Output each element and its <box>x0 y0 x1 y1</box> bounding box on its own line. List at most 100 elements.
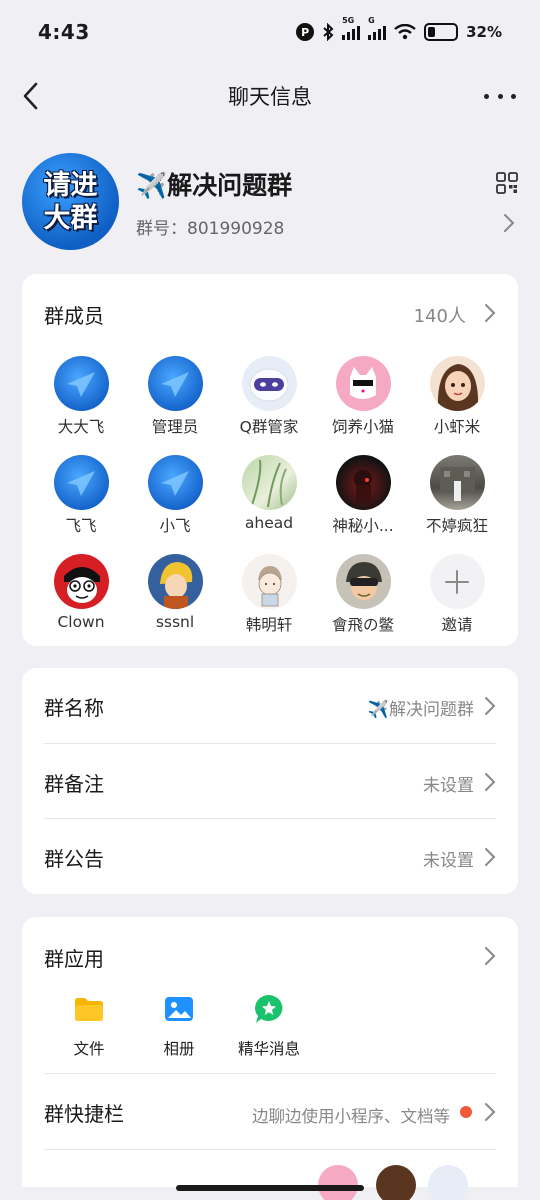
member-name: Q群管家 <box>239 418 299 436</box>
signal-5g-icon: 5G <box>342 16 361 40</box>
member-item[interactable]: 小虾米 <box>410 356 504 437</box>
chevron-right-icon[interactable] <box>484 303 496 323</box>
member-item[interactable]: 韩明轩 <box>222 554 316 635</box>
folder-icon <box>75 998 103 1021</box>
member-avatar <box>335 356 391 411</box>
group-remark-label: 群备注 <box>44 772 104 796</box>
status-time: 4:43 <box>38 20 90 44</box>
photo-album-icon <box>165 997 193 1021</box>
group-info-card: 群名称 ✈️解决问题群 群备注 未设置 群公告 未设置 <box>22 668 518 894</box>
app-essence-label: 精华消息 <box>237 1040 300 1058</box>
chevron-right-icon <box>484 1102 496 1122</box>
member-avatar <box>376 1165 416 1200</box>
member-item[interactable]: 神秘小... <box>316 455 410 536</box>
member-avatar <box>429 356 485 411</box>
member-avatar <box>53 554 109 609</box>
quick-bar-value: 边聊边使用小程序、文档等 <box>252 1107 450 1126</box>
group-remark-row[interactable]: 群备注 未设置 <box>22 744 518 819</box>
member-item[interactable]: sssnl <box>128 554 222 635</box>
chevron-right-icon <box>502 212 516 234</box>
network-5g-label: 5G <box>342 16 355 25</box>
member-name: 管理员 <box>151 418 199 436</box>
member-item[interactable]: 不婷疯狂 <box>410 455 504 536</box>
network-g-label: G <box>368 16 375 25</box>
member-avatar <box>147 356 203 411</box>
member-avatar <box>318 1165 358 1200</box>
member-name: 饲养小猫 <box>331 418 394 436</box>
app-album[interactable]: 相册 <box>134 993 224 1059</box>
group-id: 群号：801990928 <box>136 219 285 239</box>
group-name-value: ✈️解决问题群 <box>367 700 474 720</box>
member-avatar <box>241 356 297 411</box>
member-item[interactable]: 饲养小猫 <box>316 356 410 437</box>
group-name-row[interactable]: 群名称 ✈️解决问题群 <box>22 668 518 743</box>
member-avatar <box>147 455 203 510</box>
member-count[interactable]: 140人 <box>414 302 466 328</box>
group-apps-title: 群应用 <box>44 947 104 971</box>
member-item[interactable]: Q群管家 <box>222 356 316 437</box>
member-name: 韩明轩 <box>245 616 293 634</box>
chevron-right-icon <box>484 772 496 792</box>
app-files-label: 文件 <box>73 1040 105 1058</box>
app-files[interactable]: 文件 <box>44 993 134 1059</box>
app-essence[interactable]: 精华消息 <box>224 993 314 1059</box>
wifi-icon <box>394 24 416 40</box>
group-name: ✈️解决问题群 <box>136 171 293 200</box>
qr-code-icon[interactable] <box>496 172 518 194</box>
divider <box>44 1149 496 1150</box>
group-members-card: 群成员 140人 大大飞 管理员 Q群管家 饲养小猫 小虾米 飞飞 小飞 ahe… <box>22 274 518 646</box>
group-avatar-text-1: 请进 <box>43 169 98 201</box>
member-avatar <box>429 455 485 510</box>
more-dot-icon <box>484 93 489 99</box>
status-icons: P 5G G 32% <box>296 16 502 41</box>
member-item[interactable]: ahead <box>222 455 316 536</box>
star-message-icon <box>255 995 283 1023</box>
member-item[interactable]: 飞飞 <box>34 455 128 536</box>
member-avatar <box>53 356 109 411</box>
bluetooth-icon <box>323 23 334 41</box>
member-avatar <box>241 554 297 609</box>
member-name: 飞飞 <box>65 517 97 535</box>
group-notice-value: 未设置 <box>423 851 474 871</box>
member-avatar <box>241 455 297 510</box>
member-avatar <box>53 455 109 510</box>
member-item[interactable]: 會飛の鳖 <box>316 554 410 635</box>
chevron-right-icon[interactable] <box>484 946 496 966</box>
member-name: 大大飞 <box>57 418 105 436</box>
member-avatar <box>147 554 203 609</box>
member-item[interactable]: 管理员 <box>128 356 222 437</box>
member-name: Clown <box>57 613 105 631</box>
back-arrow-icon <box>23 82 38 110</box>
app-album-label: 相册 <box>163 1040 195 1058</box>
home-indicator[interactable] <box>176 1185 364 1191</box>
member-avatar <box>335 554 391 609</box>
more-button[interactable] <box>484 84 516 108</box>
member-name: 小飞 <box>159 517 191 535</box>
group-avatar[interactable]: 请进 大群 <box>22 153 119 250</box>
page-title: 聊天信息 <box>228 85 312 109</box>
member-item[interactable]: Clown <box>34 554 128 635</box>
member-item[interactable]: 大大飞 <box>34 356 128 437</box>
invite-member-button[interactable]: 邀请 <box>410 554 504 635</box>
quick-bar-label: 群快捷栏 <box>44 1102 124 1126</box>
signal-g-icon: G <box>368 16 387 40</box>
group-profile-header[interactable]: 请进 大群 ✈️解决问题群 群号：801990928 <box>22 150 522 250</box>
member-avatar <box>335 455 391 510</box>
notification-dot <box>460 1106 472 1118</box>
group-notice-label: 群公告 <box>44 847 104 871</box>
group-apps-card: 群应用 文件 相册 精华消息 群快捷栏 边聊边使用小程序、文档等 <box>22 917 518 1187</box>
app-notification-icon: P <box>296 23 315 41</box>
group-avatar-text-2: 大群 <box>43 202 98 234</box>
nav-bar: 聊天信息 <box>0 64 540 128</box>
member-name: 神秘小... <box>332 517 394 535</box>
member-avatar <box>428 1165 468 1200</box>
invite-label: 邀请 <box>441 616 473 634</box>
group-notice-row[interactable]: 群公告 未设置 <box>22 819 518 894</box>
battery-icon <box>424 23 459 41</box>
back-button[interactable] <box>16 78 52 114</box>
members-title: 群成员 <box>44 304 104 328</box>
member-name: 小虾米 <box>433 418 481 436</box>
member-item[interactable]: 小飞 <box>128 455 222 536</box>
member-name: ahead <box>244 514 294 532</box>
member-grid: 大大飞 管理员 Q群管家 饲养小猫 小虾米 飞飞 小飞 ahead 神秘小...… <box>34 356 506 635</box>
